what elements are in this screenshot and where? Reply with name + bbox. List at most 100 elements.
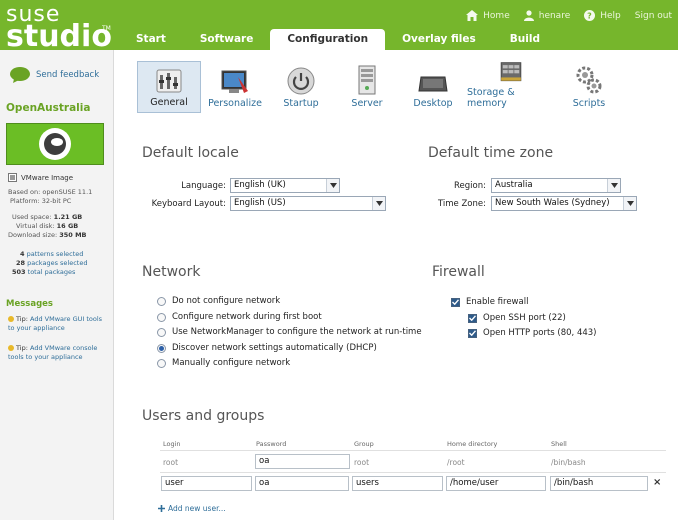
home-link[interactable]: Home bbox=[466, 10, 510, 21]
server-icon bbox=[358, 65, 376, 95]
network-option-manual[interactable]: Manually configure network bbox=[157, 358, 290, 368]
tip-prefix: Tip: bbox=[16, 315, 28, 323]
packages-link[interactable]: packages selected bbox=[27, 259, 87, 267]
open-http-checkbox[interactable]: Open HTTP ports (80, 443) bbox=[468, 328, 597, 338]
radio-button[interactable] bbox=[157, 312, 166, 322]
based-on-row: Based on: openSUSE 11.1 bbox=[8, 188, 92, 196]
appliance-thumbnail[interactable] bbox=[6, 123, 104, 165]
patterns-count: 4 bbox=[20, 250, 25, 258]
default-locale-heading: Default locale bbox=[142, 145, 239, 161]
based-on-value: openSUSE 11.1 bbox=[42, 188, 93, 196]
open-ssh-checkbox[interactable]: Open SSH port (22) bbox=[468, 313, 566, 323]
add-new-user-link[interactable]: Add new user... bbox=[158, 504, 226, 513]
user-shell-input[interactable]: /bin/bash bbox=[550, 476, 648, 491]
tip-bulb-icon bbox=[8, 345, 14, 351]
chevron-down-icon bbox=[326, 179, 339, 192]
power-icon bbox=[287, 67, 315, 95]
vmware-icon bbox=[8, 173, 17, 182]
platform-value: 32-bit PC bbox=[41, 197, 72, 205]
tab-start[interactable]: Start bbox=[119, 29, 183, 50]
general-settings-icon bbox=[156, 69, 182, 93]
config-general-label: General bbox=[150, 97, 188, 108]
network-option-first-boot[interactable]: Configure network during first boot bbox=[157, 312, 322, 322]
checkbox-checked-icon[interactable] bbox=[468, 313, 477, 323]
user-password-input[interactable]: oa bbox=[255, 476, 349, 491]
delete-user-button[interactable]: × bbox=[653, 477, 661, 488]
keyboard-layout-label: Keyboard Layout: bbox=[151, 199, 226, 209]
user-icon bbox=[523, 10, 534, 21]
user-login-input[interactable]: user bbox=[161, 476, 252, 491]
user-home-input[interactable]: /home/user bbox=[446, 476, 546, 491]
language-select[interactable]: English (UK) bbox=[230, 178, 340, 193]
plus-icon bbox=[158, 505, 165, 512]
config-personalize[interactable]: Personalize bbox=[203, 61, 267, 113]
config-startup-label: Startup bbox=[283, 98, 319, 109]
help-link[interactable]: ? Help bbox=[584, 10, 621, 21]
speech-bubble-icon bbox=[10, 67, 30, 83]
time-zone-select[interactable]: New South Wales (Sydney) bbox=[491, 196, 637, 211]
total-packages-count: 503 bbox=[12, 268, 26, 276]
config-desktop[interactable]: Desktop bbox=[401, 61, 465, 113]
send-feedback-link[interactable]: Send feedback bbox=[10, 67, 99, 83]
logo-trademark: TM bbox=[102, 25, 111, 32]
config-scripts-label: Scripts bbox=[572, 98, 606, 109]
config-server-label: Server bbox=[351, 98, 383, 109]
network-option-label: Manually configure network bbox=[172, 358, 291, 368]
svg-text:?: ? bbox=[587, 12, 592, 21]
tip-bulb-icon bbox=[8, 316, 14, 322]
virtual-disk-value[interactable]: 16 GB bbox=[57, 222, 79, 230]
tab-build[interactable]: Build bbox=[493, 29, 557, 50]
column-header-home-directory: Home directory bbox=[447, 440, 498, 448]
region-select[interactable]: Australia bbox=[491, 178, 621, 193]
configuration-nav: General Personalize Startup Server Deskt… bbox=[137, 61, 623, 113]
add-new-user-label: Add new user... bbox=[168, 504, 226, 513]
config-storage-memory[interactable]: Storage & memory bbox=[467, 61, 555, 113]
config-server[interactable]: Server bbox=[335, 61, 399, 113]
network-option-dhcp[interactable]: Discover network settings automatically … bbox=[157, 343, 377, 353]
total-packages-row: 503 total packages bbox=[12, 268, 75, 276]
radio-button[interactable] bbox=[157, 296, 166, 306]
tab-overlay-files[interactable]: Overlay files bbox=[385, 29, 493, 50]
personalize-icon bbox=[221, 70, 248, 93]
radio-button[interactable] bbox=[157, 327, 166, 337]
checkbox-checked-icon[interactable] bbox=[451, 297, 460, 307]
config-personalize-label: Personalize bbox=[208, 98, 262, 109]
tip-vmware-gui[interactable]: Tip: Add VMware GUI tools to your applia… bbox=[8, 315, 108, 333]
checkbox-checked-icon[interactable] bbox=[468, 328, 477, 338]
network-option-label: Discover network settings automatically … bbox=[172, 343, 377, 353]
patterns-link[interactable]: patterns selected bbox=[27, 250, 84, 258]
chevron-down-icon bbox=[607, 179, 620, 192]
logo-text-studio: studio bbox=[6, 19, 112, 54]
radio-button[interactable] bbox=[157, 358, 166, 368]
tip-prefix: Tip: bbox=[16, 344, 28, 352]
tab-configuration[interactable]: Configuration bbox=[270, 29, 386, 50]
patterns-row: 4 patterns selected bbox=[20, 250, 83, 258]
config-scripts[interactable]: Scripts bbox=[557, 61, 621, 113]
keyboard-layout-select[interactable]: English (US) bbox=[230, 196, 386, 211]
config-startup[interactable]: Startup bbox=[269, 61, 333, 113]
total-packages-link[interactable]: total packages bbox=[28, 268, 76, 276]
tip-vmware-console[interactable]: Tip: Add VMware console tools to your ap… bbox=[8, 344, 108, 362]
user-link[interactable]: henare bbox=[523, 10, 570, 21]
image-type-label: VMware Image bbox=[21, 173, 74, 182]
config-storage-memory-label: Storage & memory bbox=[467, 87, 515, 109]
keyboard-layout-value: English (US) bbox=[234, 198, 286, 208]
radio-button-selected[interactable] bbox=[157, 343, 166, 353]
default-time-zone-heading: Default time zone bbox=[428, 145, 554, 161]
network-option-none[interactable]: Do not configure network bbox=[157, 296, 280, 306]
sign-out-link[interactable]: Sign out bbox=[635, 10, 672, 21]
root-password-input[interactable]: oa bbox=[255, 454, 350, 469]
memory-icon bbox=[500, 62, 522, 82]
region-label: Region: bbox=[454, 181, 486, 191]
tab-software[interactable]: Software bbox=[183, 29, 270, 50]
enable-firewall-checkbox[interactable]: Enable firewall bbox=[451, 297, 528, 307]
column-header-shell: Shell bbox=[551, 440, 567, 448]
user-group-input[interactable]: users bbox=[352, 476, 443, 491]
network-option-label: Use NetworkManager to configure the netw… bbox=[172, 327, 422, 337]
suse-studio-logo[interactable]: suse studio TM bbox=[6, 4, 112, 52]
config-general[interactable]: General bbox=[137, 61, 201, 113]
virtual-disk-label: Virtual disk: bbox=[16, 222, 55, 230]
chevron-down-icon bbox=[623, 197, 636, 210]
network-option-label: Configure network during first boot bbox=[172, 312, 322, 322]
network-option-networkmanager[interactable]: Use NetworkManager to configure the netw… bbox=[157, 327, 422, 337]
